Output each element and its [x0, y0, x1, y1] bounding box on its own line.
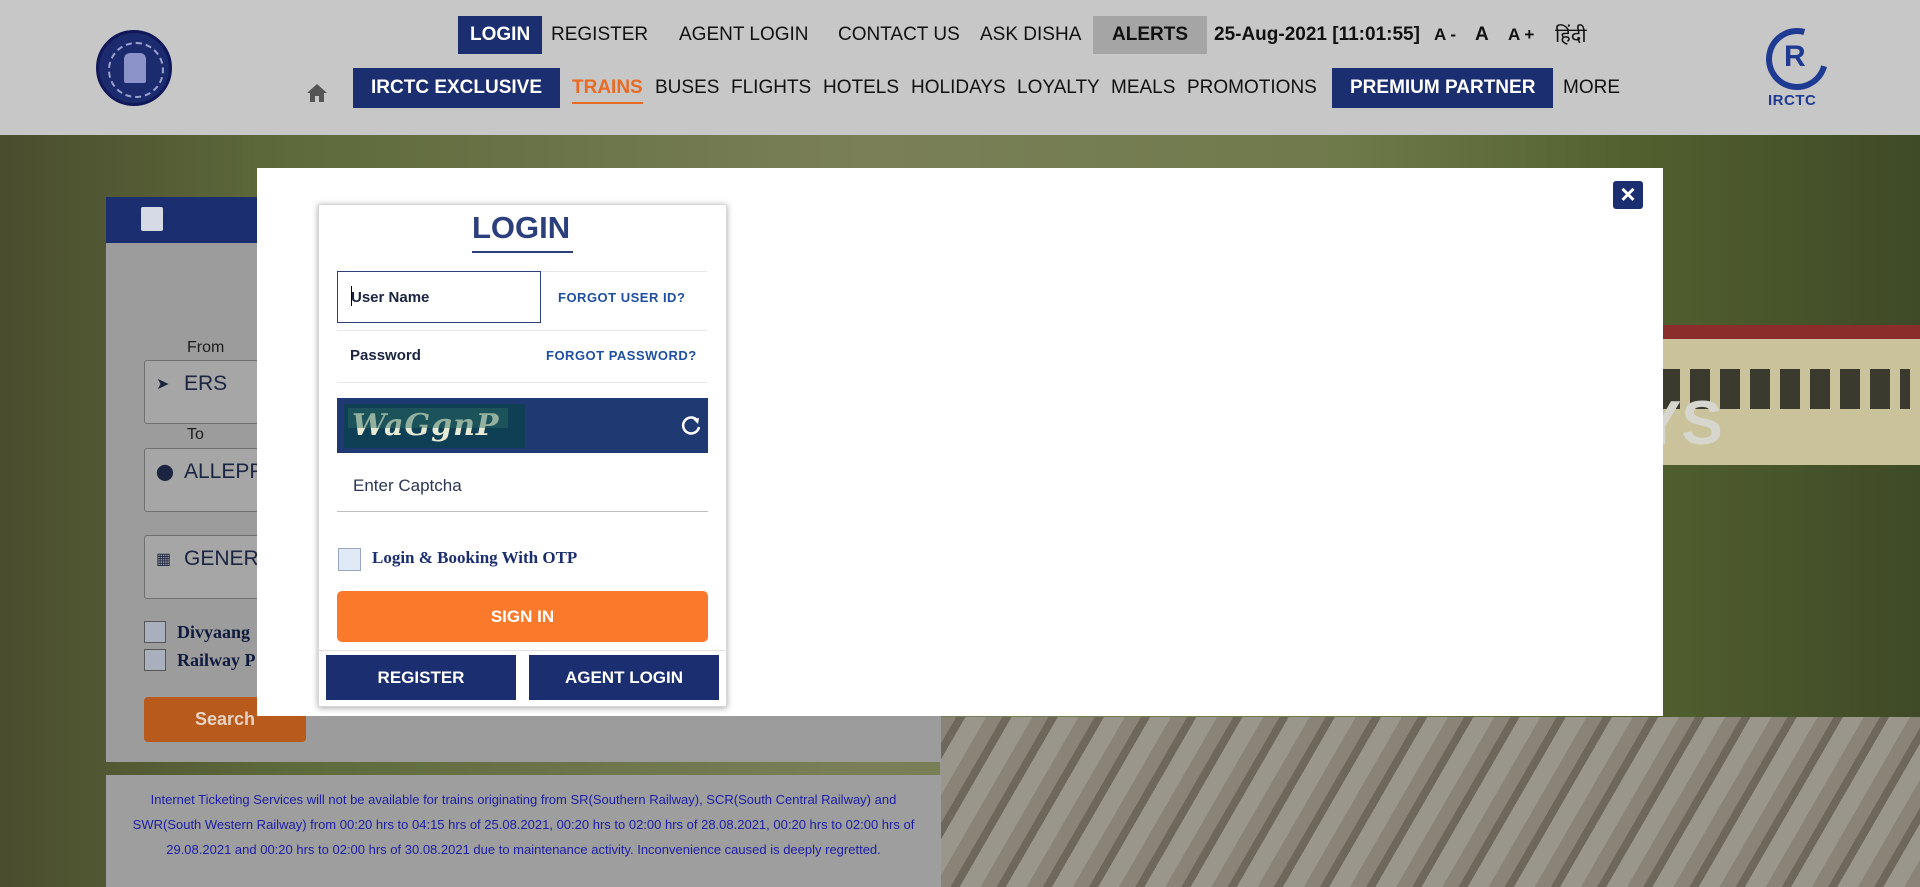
agent-login-button[interactable]: AGENT LOGIN — [529, 655, 719, 700]
navigation-arrow-icon: ➤ — [156, 376, 170, 393]
font-normal-button[interactable]: A — [1475, 16, 1489, 54]
captcha-input[interactable]: Enter Captcha — [337, 460, 708, 512]
irctc-logo[interactable]: R IRCTC — [1754, 16, 1840, 112]
from-label: From — [187, 339, 225, 356]
top-nav-register-link[interactable]: REGISTER — [551, 16, 648, 54]
font-increase-button[interactable]: A + — [1508, 16, 1534, 54]
otp-login-checkbox[interactable] — [338, 548, 361, 571]
nav-flights[interactable]: FLIGHTS — [731, 68, 811, 108]
login-title: LOGIN — [472, 210, 571, 245]
nav-hotels[interactable]: HOTELS — [823, 68, 899, 108]
top-nav-login-button[interactable]: LOGIN — [458, 16, 543, 54]
railway-pass-label: Railway P — [177, 650, 256, 670]
home-icon[interactable] — [306, 83, 328, 103]
nav-premium-partner[interactable]: PREMIUM PARTNER — [1332, 68, 1554, 108]
nav-trains[interactable]: TRAINS — [572, 68, 643, 108]
current-datetime: 25-Aug-2021 [11:01:55] — [1214, 24, 1420, 45]
username-placeholder: User Name — [351, 289, 430, 306]
top-nav-ask-disha-link[interactable]: ASK DISHA — [980, 16, 1081, 54]
close-icon[interactable]: × — [1613, 181, 1643, 209]
indian-railways-emblem[interactable] — [96, 30, 172, 106]
top-nav-contact-us-link[interactable]: CONTACT US — [838, 16, 960, 54]
to-label: To — [187, 426, 204, 443]
nav-promotions[interactable]: PROMOTIONS — [1187, 68, 1317, 108]
grid-icon: ▦ — [156, 551, 172, 568]
top-nav-agent-login-link[interactable]: AGENT LOGIN — [679, 16, 809, 54]
divider — [337, 382, 707, 383]
from-station-value: ERS — [184, 372, 228, 395]
irctc-logo-text: IRCTC — [1768, 92, 1817, 109]
captcha-placeholder: Enter Captcha — [353, 476, 462, 495]
maintenance-notice: Internet Ticketing Services will not be … — [106, 775, 941, 887]
divider — [318, 650, 727, 651]
nav-irctc-exclusive[interactable]: IRCTC EXCLUSIVE — [353, 68, 561, 108]
captcha-image: WaGgnP — [344, 404, 525, 448]
clipboard-check-icon — [141, 207, 163, 231]
irctc-logo-mark: R — [1784, 40, 1806, 73]
nav-more[interactable]: MORE — [1563, 68, 1620, 108]
divyaang-label: Divyaang — [177, 622, 251, 642]
map-pin-icon: ⬤ — [156, 464, 174, 481]
nav-holidays[interactable]: HOLIDAYS — [911, 68, 1006, 108]
sign-in-button[interactable]: SIGN IN — [337, 591, 708, 642]
nav-buses[interactable]: BUSES — [655, 68, 719, 108]
font-decrease-button[interactable]: A - — [1434, 16, 1456, 54]
register-button[interactable]: REGISTER — [326, 655, 516, 700]
hindi-language-link[interactable]: हिंदी — [1555, 16, 1587, 54]
login-title-underline — [472, 251, 573, 253]
refresh-captcha-icon[interactable] — [680, 414, 702, 436]
divyaang-checkbox[interactable] — [144, 621, 166, 643]
password-placeholder: Password — [350, 347, 421, 364]
password-input[interactable]: Password — [337, 331, 541, 381]
top-nav-alerts-button[interactable]: ALERTS — [1093, 16, 1207, 54]
username-input[interactable]: User Name — [337, 271, 541, 323]
header: LOGIN REGISTER AGENT LOGIN CONTACT US AS… — [0, 0, 1920, 135]
nav-loyalty[interactable]: LOYALTY — [1017, 68, 1100, 108]
forgot-user-id-link[interactable]: FORGOT USER ID? — [558, 290, 685, 305]
otp-login-label[interactable]: Login & Booking With OTP — [372, 548, 577, 568]
railway-tracks-image — [940, 717, 1920, 887]
forgot-password-link[interactable]: FORGOT PASSWORD? — [546, 348, 697, 363]
to-station-value: ALLEPP — [184, 460, 264, 483]
nav-meals[interactable]: MEALS — [1111, 68, 1175, 108]
railway-pass-checkbox[interactable] — [144, 649, 166, 671]
